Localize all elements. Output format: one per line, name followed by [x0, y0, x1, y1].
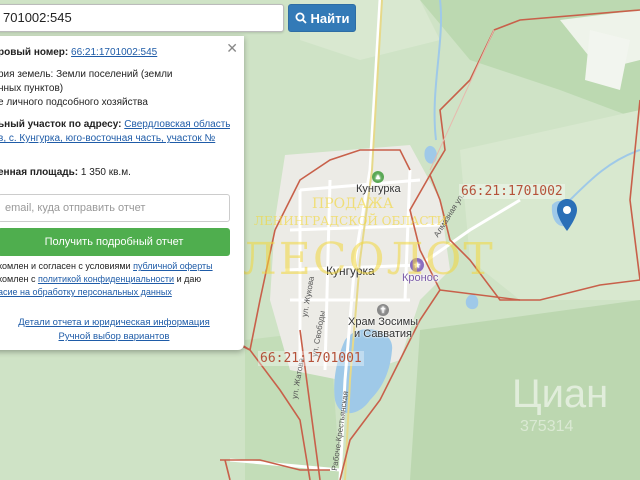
place-label-kungurka-top: ▲ Кунгурка: [356, 171, 401, 195]
address-link-1[interactable]: Свердловская область,: [124, 119, 230, 130]
manual-selection-link[interactable]: Ручной выбор вариантов: [59, 331, 170, 342]
watermark-brand: ЛЕСОЛОТ: [240, 234, 495, 285]
email-field[interactable]: email, куда отправить отчет: [0, 194, 230, 222]
get-report-label: Получить подробный отчет: [44, 236, 184, 248]
consent-row-2: комлен с политикой конфиденциальности и …: [0, 273, 230, 286]
consent-row-1: комлен и согласен с условиями публичной …: [0, 260, 230, 273]
cadastral-block-label-center[interactable]: 66:21:1701001: [258, 351, 364, 366]
footer-links: Детали отчета и юридическая информация Р…: [0, 316, 230, 344]
parcel-info-popup: ✕ ровый номер: 66:21:1701002:545 рия зем…: [0, 36, 244, 350]
address-label: ьный участок по адресу:: [0, 119, 125, 130]
category-row-3: е личного подсобного хозяйства: [0, 96, 230, 109]
cad-number-label: ровый номер:: [0, 47, 72, 58]
cadastral-block-label-east[interactable]: 66:21:1701002: [459, 184, 565, 199]
watermark-cian-id: 375314: [520, 418, 574, 435]
watermark-line1: ПРОДАЖА: [312, 196, 394, 212]
place-label-church[interactable]: ✝ Храм Зосимы и Савватия: [348, 304, 418, 340]
consent-text-2: комлен с: [0, 274, 38, 284]
address-row-2: в, с. Кунгурка, юго-восточная часть, уча…: [0, 132, 230, 145]
poi-marker-icon: ▲: [372, 171, 384, 183]
public-offer-link[interactable]: публичной оферты: [133, 261, 213, 271]
area-value: 1 350 кв.м.: [80, 167, 131, 178]
watermark-line2: ЛЕНИНГРАДСКОЙ ОБЛАСТИ: [254, 214, 448, 228]
privacy-policy-link[interactable]: политикой конфиденциальности: [38, 274, 174, 284]
cad-number-link[interactable]: 66:21:1701002:545: [71, 47, 157, 58]
get-report-button[interactable]: Получить подробный отчет: [0, 228, 230, 256]
report-details-link[interactable]: Детали отчета и юридическая информация: [18, 317, 210, 328]
personal-data-link[interactable]: асие на обработку персональных данных: [0, 287, 172, 297]
church-icon: ✝: [377, 304, 390, 316]
consent-text-1: комлен и согласен с условиями: [0, 261, 134, 271]
area-row: енная площадь: 1 350 кв.м.: [0, 166, 230, 179]
consent-row-3: асие на обработку персональных данных: [0, 286, 230, 299]
cad-number-row: ровый номер: 66:21:1701002:545: [0, 46, 230, 59]
search-button[interactable]: Найти: [288, 4, 356, 32]
map-pin-icon[interactable]: [556, 198, 578, 232]
category-row-2: нных пунктов): [0, 82, 230, 95]
category-line1: рия земель: Земли поселений (земли: [0, 69, 173, 80]
search-icon: [295, 12, 307, 24]
category-line3: е личного подсобного хозяйства: [0, 97, 148, 108]
search-button-label: Найти: [310, 10, 350, 26]
category-line2: нных пунктов): [0, 83, 64, 94]
cadastral-search-input[interactable]: 701002:545: [0, 4, 284, 32]
map-view[interactable]: ▲ Кунгурка Кунгурка ★ Кронос ✝ Храм Зоси…: [0, 0, 640, 480]
address-link-2[interactable]: в, с. Кунгурка, юго-восточная часть, уча…: [0, 133, 215, 144]
category-row: рия земель: Земли поселений (земли: [0, 68, 230, 81]
consent-text-2b: и даю: [174, 274, 202, 284]
area-label: енная площадь:: [0, 167, 81, 178]
address-row: ьный участок по адресу: Свердловская обл…: [0, 118, 230, 131]
watermark-cian: Циан: [512, 372, 609, 416]
